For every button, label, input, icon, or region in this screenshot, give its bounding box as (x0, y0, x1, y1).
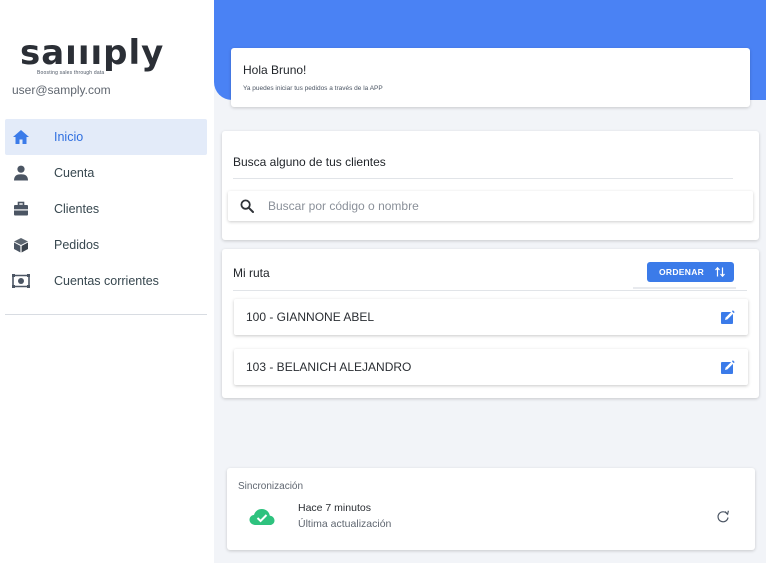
search-icon (240, 199, 254, 218)
cloud-check-icon (249, 508, 275, 531)
edit-icon[interactable] (721, 360, 735, 379)
client-name: 103 - BELANICH ALEJANDRO (246, 360, 412, 374)
sync-title: Sincronización (238, 481, 304, 492)
sidebar-item-label: Cuenta (54, 166, 95, 180)
edit-icon[interactable] (721, 310, 735, 329)
samply-logo: saıııply Boosting sales through data (20, 34, 163, 78)
home-icon (12, 128, 30, 146)
sidebar-item-label: Clientes (54, 202, 100, 216)
route-title: Mi ruta (233, 266, 270, 280)
sidebar-item-pedidos[interactable]: Pedidos (5, 227, 207, 263)
sidebar-item-cuentas-corrientes[interactable]: Cuentas corrientes (5, 263, 207, 299)
search-box[interactable] (228, 191, 753, 221)
sync-time: Hace 7 minutos (298, 502, 371, 514)
sync-caption: Última actualización (298, 518, 392, 530)
refresh-icon[interactable] (716, 510, 730, 529)
client-row[interactable]: 100 - GIANNONE ABEL (234, 299, 748, 335)
sidebar-item-label: Cuentas corrientes (54, 274, 159, 288)
sort-icon (714, 266, 726, 280)
person-icon (12, 164, 30, 182)
sidebar-item-clientes[interactable]: Clientes (5, 191, 207, 227)
sidebar-item-cuenta[interactable]: Cuenta (5, 155, 207, 191)
search-card-title: Busca alguno de tus clientes (233, 155, 386, 169)
greeting-card: Hola Bruno! Ya puedes iniciar tus pedido… (231, 48, 750, 107)
greeting-title: Hola Bruno! (243, 63, 307, 77)
logo-wordmark: saıııply (20, 33, 165, 73)
route-divider (233, 290, 747, 291)
briefcase-icon (12, 200, 30, 218)
sidebar: saıııply Boosting sales through data use… (0, 0, 214, 563)
user-email: user@samply.com (12, 83, 111, 97)
route-card: Mi ruta ORDENAR 100 - GIANNONE ABEL 103 … (222, 249, 759, 398)
sync-card: Sincronización Hace 7 minutos Última act… (227, 468, 755, 550)
sidebar-nav: Inicio Cuenta Clientes Pedidos Cuentas c… (5, 119, 207, 299)
logo-tagline: Boosting sales through data (37, 70, 105, 76)
order-button-underline (633, 287, 736, 289)
sidebar-item-inicio[interactable]: Inicio (5, 119, 207, 155)
sidebar-divider (5, 314, 207, 315)
sidebar-item-label: Pedidos (54, 238, 100, 252)
order-button-label: ORDENAR (659, 267, 705, 277)
client-name: 100 - GIANNONE ABEL (246, 310, 375, 324)
order-button[interactable]: ORDENAR (647, 262, 734, 282)
cash-icon (12, 272, 30, 290)
greeting-subtitle: Ya puedes iniciar tus pedidos a través d… (243, 85, 383, 92)
sidebar-item-label: Inicio (54, 130, 84, 144)
box-icon (12, 236, 30, 254)
search-input[interactable] (268, 197, 728, 215)
client-search-card: Busca alguno de tus clientes (222, 131, 759, 240)
client-row[interactable]: 103 - BELANICH ALEJANDRO (234, 349, 748, 385)
search-card-divider (233, 178, 733, 179)
